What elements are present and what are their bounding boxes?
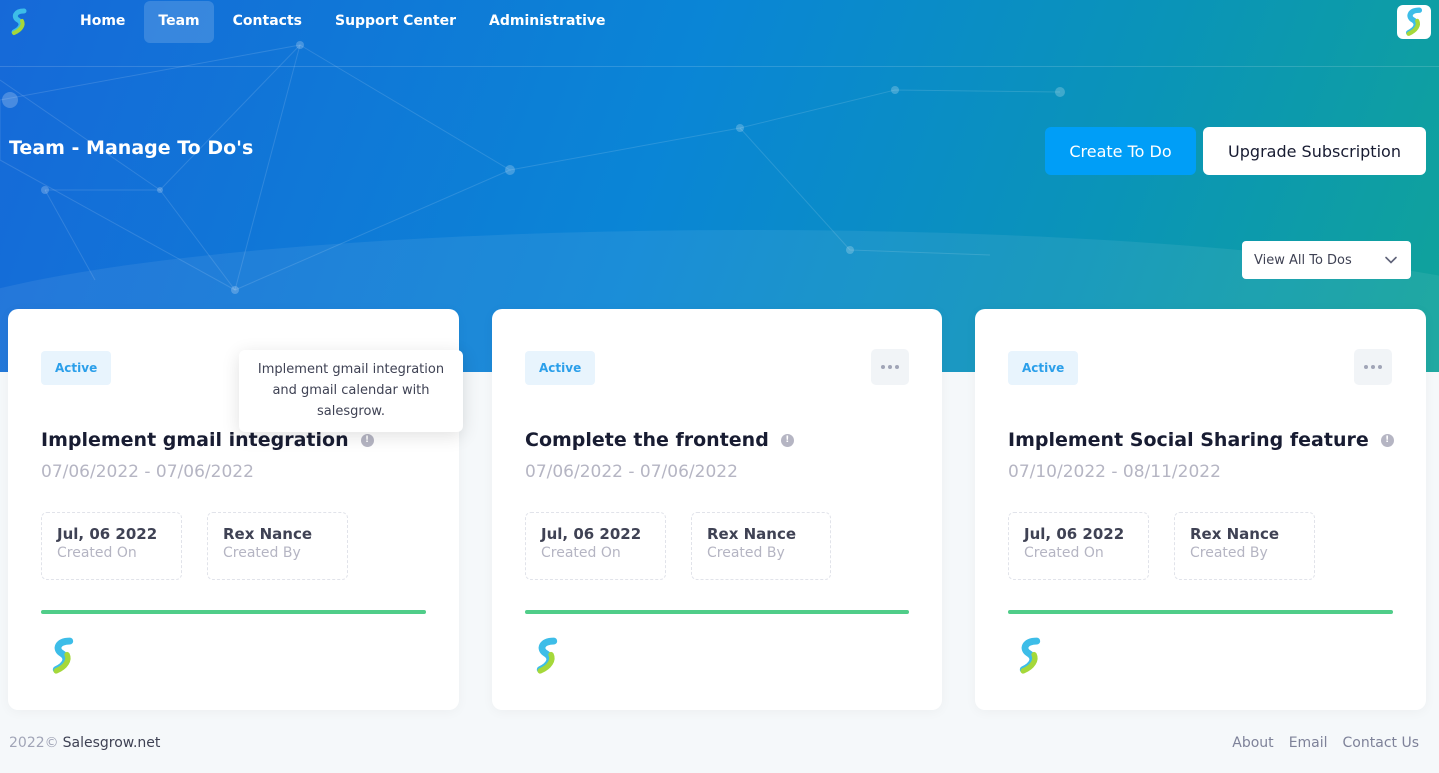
footer-link-contact-us[interactable]: Contact Us [1343,735,1419,751]
footer-link-about[interactable]: About [1232,735,1273,751]
todo-card: Active Complete the frontend ! 07/06/202… [492,309,942,710]
nav-contacts[interactable]: Contacts [219,1,316,43]
main-nav: Home Team Contacts Support Center Admini… [66,1,625,43]
salesgrow-logo-icon[interactable] [10,8,28,36]
created-by-box: Rex Nance Created By [691,512,831,580]
user-avatar[interactable] [1397,5,1431,39]
info-icon[interactable]: ! [360,433,374,447]
created-by-box: Rex Nance Created By [1174,512,1315,580]
todo-date-range: 07/10/2022 - 08/11/2022 [1008,462,1221,482]
salesgrow-logo-icon [1405,7,1423,36]
more-horizontal-icon [881,365,899,369]
card-menu-button[interactable] [871,349,909,385]
status-badge: Active [41,351,112,385]
created-on-box: Jul, 06 2022 Created On [1008,512,1149,580]
created-on-value: Jul, 06 2022 [1024,525,1125,543]
progress-bar [41,610,426,614]
todo-title-row: Implement gmail integration ! [41,429,374,451]
created-by-label: Created By [223,545,301,561]
view-todos-select[interactable]: View All To Dos [1242,241,1411,279]
nav-administrative[interactable]: Administrative [475,1,620,43]
created-on-box: Jul, 06 2022 Created On [41,512,182,580]
salesgrow-logo-icon [52,637,74,674]
footer-site-link[interactable]: Salesgrow.net [63,735,161,751]
todo-date-range: 07/06/2022 - 07/06/2022 [41,462,254,482]
chevron-down-icon [1385,256,1397,264]
todo-date-range: 07/06/2022 - 07/06/2022 [525,462,738,482]
salesgrow-logo-icon [536,637,558,674]
page-title: Team - Manage To Do's [9,137,254,159]
more-horizontal-icon [1364,365,1382,369]
created-by-box: Rex Nance Created By [207,512,348,580]
footer-links: About Email Contact Us [1217,735,1419,751]
created-by-value: Rex Nance [1190,525,1280,543]
created-by-value: Rex Nance [707,525,797,543]
upgrade-subscription-button[interactable]: Upgrade Subscription [1203,127,1426,175]
todo-title-row: Complete the frontend ! [525,429,794,451]
status-badge: Active [1008,351,1079,385]
created-by-label: Created By [1190,545,1268,561]
created-on-label: Created On [541,545,621,561]
created-by-value: Rex Nance [223,525,313,543]
created-on-label: Created On [1024,545,1104,561]
create-todo-button[interactable]: Create To Do [1045,127,1196,175]
nav-team[interactable]: Team [144,1,214,43]
progress-bar [525,610,909,614]
footer-link-email[interactable]: Email [1289,735,1328,751]
info-icon[interactable]: ! [1380,433,1394,447]
todo-card: Active Implement Social Sharing feature … [975,309,1426,710]
created-on-label: Created On [57,545,137,561]
footer-year: 2022© [9,735,59,751]
status-badge: Active [525,351,596,385]
todo-title[interactable]: Implement Social Sharing feature [1008,429,1369,451]
progress-fill [1008,610,1393,614]
created-on-value: Jul, 06 2022 [57,525,158,543]
title-tooltip: Implement gmail integration and gmail ca… [239,350,463,432]
progress-fill [41,610,426,614]
nav-home[interactable]: Home [66,1,139,43]
info-icon[interactable]: ! [780,433,794,447]
created-on-box: Jul, 06 2022 Created On [525,512,666,580]
card-menu-button[interactable] [1354,349,1392,385]
footer-copyright: 2022© Salesgrow.net [9,735,160,751]
created-by-label: Created By [707,545,785,561]
salesgrow-logo-icon [1019,637,1041,674]
top-navbar: Home Team Contacts Support Center Admini… [0,0,1439,67]
created-on-value: Jul, 06 2022 [541,525,642,543]
progress-fill [525,610,909,614]
view-todos-select-value: View All To Dos [1254,252,1352,268]
todo-title-row: Implement Social Sharing feature ! [1008,429,1394,451]
todo-title[interactable]: Complete the frontend [525,429,769,451]
nav-support-center[interactable]: Support Center [321,1,470,43]
todo-title[interactable]: Implement gmail integration [41,429,349,451]
progress-bar [1008,610,1393,614]
